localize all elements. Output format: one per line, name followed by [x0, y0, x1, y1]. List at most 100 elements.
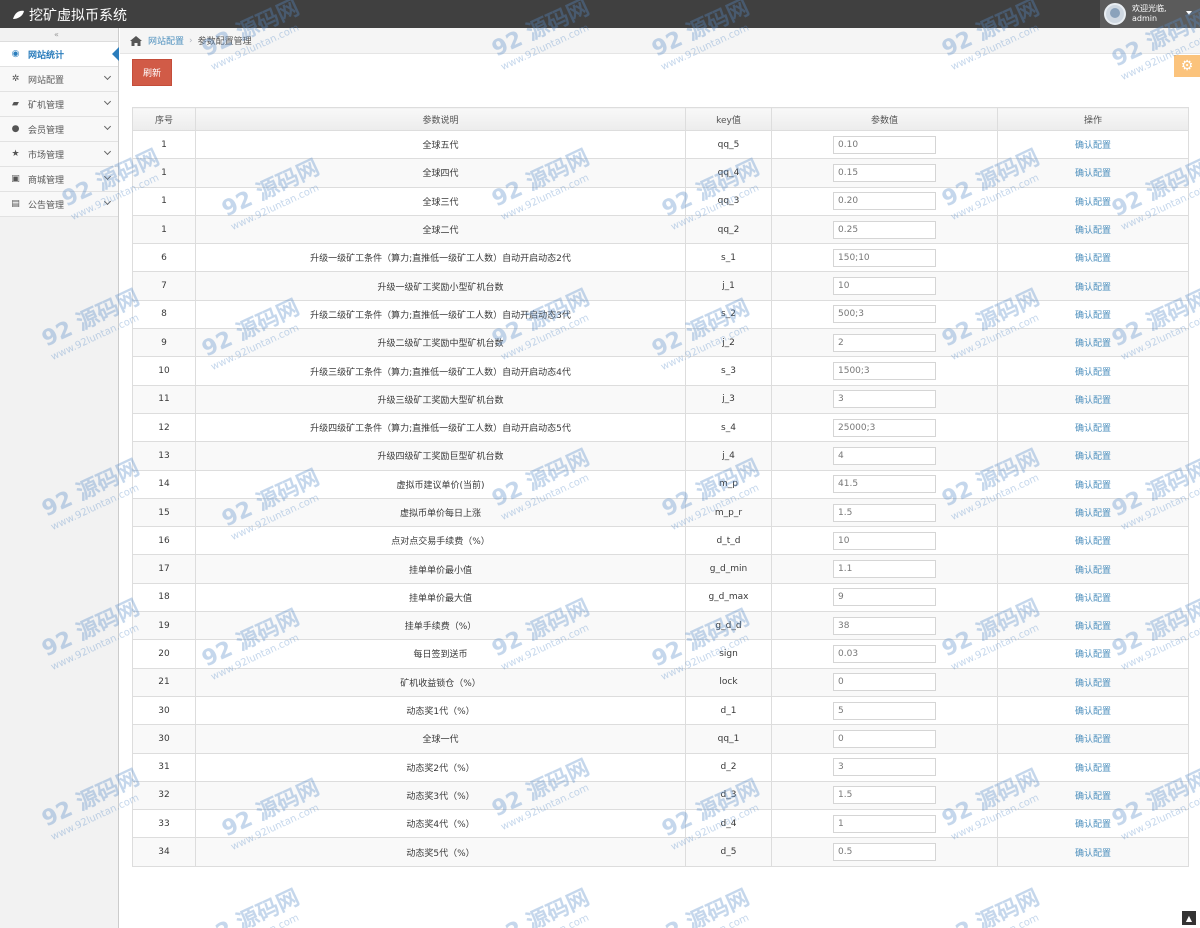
confirm-config-link[interactable]: 确认配置 — [1075, 283, 1111, 293]
row-description: 动态奖5代（%） — [195, 837, 686, 867]
row-description: 挂单单价最大值 — [195, 582, 686, 613]
refresh-button[interactable]: 刷新 — [132, 59, 172, 86]
scroll-top-button[interactable]: ▲ — [1182, 911, 1196, 925]
sidebar-item-0[interactable]: ◉ 网站统计 — [0, 42, 119, 67]
row-index: 21 — [132, 667, 196, 697]
confirm-config-link[interactable]: 确认配置 — [1075, 368, 1111, 378]
home-icon[interactable] — [130, 35, 142, 46]
row-index: 34 — [132, 837, 196, 867]
row-index: 11 — [132, 384, 196, 414]
row-description: 动态奖1代（%） — [195, 695, 686, 726]
confirm-config-link[interactable]: 确认配置 — [1075, 198, 1111, 208]
sidebar-item-label: 公告管理 — [28, 200, 65, 211]
row-action-cell: 确认配置 — [997, 837, 1189, 867]
param-value-input[interactable]: 3 — [833, 758, 936, 777]
param-value-input[interactable]: 41.5 — [833, 475, 936, 494]
confirm-config-link[interactable]: 确认配置 — [1075, 169, 1111, 179]
row-key: m_p_r — [685, 497, 772, 528]
watermark: 92 源码网www.92luntan.com — [486, 880, 599, 928]
param-value-input[interactable]: 0.25 — [833, 220, 936, 239]
param-value-input[interactable]: 2 — [833, 333, 936, 352]
param-value-input[interactable]: 0 — [833, 729, 936, 748]
param-value-input[interactable]: 10 — [833, 277, 936, 296]
param-value-input[interactable]: 1 — [833, 814, 936, 833]
param-value-input[interactable]: 0.20 — [833, 192, 936, 211]
confirm-config-link[interactable]: 确认配置 — [1075, 141, 1111, 151]
row-value-cell: 0.15 — [771, 158, 998, 188]
row-action-cell: 确认配置 — [997, 186, 1189, 216]
param-value-input[interactable]: 1500;3 — [833, 362, 936, 381]
table-header-row: 序号 参数说明 key值 参数值 操作 — [132, 107, 1189, 131]
confirm-config-link[interactable]: 确认配置 — [1075, 452, 1111, 462]
sidebar-item-5[interactable]: ▣ 商城管理 — [0, 167, 118, 192]
row-value-cell: 0 — [771, 724, 998, 754]
breadcrumb-link[interactable]: 网站配置 — [148, 34, 184, 47]
table-row: 18 挂单单价最大值 g_d_max 9 确认配置 — [132, 582, 1189, 613]
sidebar-item-1[interactable]: ✲ 网站配置 — [0, 67, 118, 92]
confirm-config-link[interactable]: 确认配置 — [1075, 679, 1111, 689]
row-index: 31 — [132, 752, 196, 782]
param-value-input[interactable]: 1.1 — [833, 560, 936, 579]
confirm-config-link[interactable]: 确认配置 — [1075, 537, 1111, 547]
confirm-config-link[interactable]: 确认配置 — [1075, 622, 1111, 632]
confirm-config-link[interactable]: 确认配置 — [1075, 424, 1111, 434]
confirm-config-link[interactable]: 确认配置 — [1075, 707, 1111, 717]
param-value-input[interactable]: 0.10 — [833, 135, 936, 154]
param-value-input[interactable]: 0.15 — [833, 163, 936, 182]
param-value-input[interactable]: 0.03 — [833, 644, 936, 663]
confirm-config-link[interactable]: 确认配置 — [1075, 339, 1111, 349]
confirm-config-link[interactable]: 确认配置 — [1075, 764, 1111, 774]
row-key: s_2 — [685, 299, 772, 330]
row-index: 15 — [132, 497, 196, 528]
row-key: d_5 — [685, 837, 772, 867]
param-value-input[interactable]: 0 — [833, 673, 936, 692]
confirm-config-link[interactable]: 确认配置 — [1075, 396, 1111, 406]
row-description: 全球五代 — [195, 129, 686, 160]
sidebar-item-4[interactable]: ★ 市场管理 — [0, 142, 118, 167]
param-value-input[interactable]: 4 — [833, 446, 936, 465]
watermark-url: www.92luntan.com — [209, 909, 308, 928]
top-navbar: 挖矿虚拟币系统 欢迎光临, admin — [0, 0, 1200, 28]
confirm-config-link[interactable]: 确认配置 — [1075, 481, 1111, 491]
row-index: 12 — [132, 412, 196, 443]
table-row: 30 动态奖1代（%） d_1 5 确认配置 — [132, 695, 1189, 726]
sidebar-item-3[interactable]: ● 会员管理 — [0, 117, 118, 142]
param-value-input[interactable]: 0.5 — [833, 843, 936, 862]
confirm-config-link[interactable]: 确认配置 — [1075, 735, 1111, 745]
row-key: d_3 — [685, 780, 772, 811]
sidebar-item-6[interactable]: ▤ 公告管理 — [0, 192, 118, 217]
row-value-cell: 0.25 — [771, 214, 998, 245]
sidebar-collapse-bar[interactable]: « — [0, 28, 118, 42]
row-key: g_d_d — [685, 611, 772, 641]
param-value-input[interactable]: 1.5 — [833, 503, 936, 522]
watermark-url: www.92luntan.com — [499, 909, 598, 928]
confirm-config-link[interactable]: 确认配置 — [1075, 509, 1111, 519]
collapse-icon[interactable]: « — [54, 30, 59, 39]
param-value-input[interactable]: 150;10 — [833, 248, 936, 267]
settings-button[interactable]: ⚙ — [1174, 55, 1200, 77]
app-brand[interactable]: 挖矿虚拟币系统 — [12, 5, 127, 25]
param-value-input[interactable]: 38 — [833, 616, 936, 635]
user-menu[interactable]: 欢迎光临, admin — [1100, 0, 1200, 28]
user-name: admin — [1132, 14, 1158, 23]
confirm-config-link[interactable]: 确认配置 — [1075, 226, 1111, 236]
param-value-input[interactable]: 500;3 — [833, 305, 936, 324]
confirm-config-link[interactable]: 确认配置 — [1075, 254, 1111, 264]
confirm-config-link[interactable]: 确认配置 — [1075, 792, 1111, 802]
confirm-config-link[interactable]: 确认配置 — [1075, 849, 1111, 859]
param-value-input[interactable]: 1.5 — [833, 786, 936, 805]
param-value-input[interactable]: 25000;3 — [833, 418, 936, 437]
param-value-input[interactable]: 5 — [833, 701, 936, 720]
sidebar-item-label: 商城管理 — [28, 175, 65, 186]
confirm-config-link[interactable]: 确认配置 — [1075, 820, 1111, 830]
param-value-input[interactable]: 9 — [833, 588, 936, 607]
param-value-input[interactable]: 3 — [833, 390, 936, 409]
param-value-input[interactable]: 10 — [833, 531, 936, 550]
confirm-config-link[interactable]: 确认配置 — [1075, 594, 1111, 604]
chevron-up-icon: ▲ — [1185, 913, 1193, 923]
confirm-config-link[interactable]: 确认配置 — [1075, 311, 1111, 321]
confirm-config-link[interactable]: 确认配置 — [1075, 566, 1111, 576]
confirm-config-link[interactable]: 确认配置 — [1075, 650, 1111, 660]
row-description: 升级三级矿工奖励大型矿机台数 — [195, 384, 686, 414]
sidebar-item-2[interactable]: ▰ 矿机管理 — [0, 92, 118, 117]
